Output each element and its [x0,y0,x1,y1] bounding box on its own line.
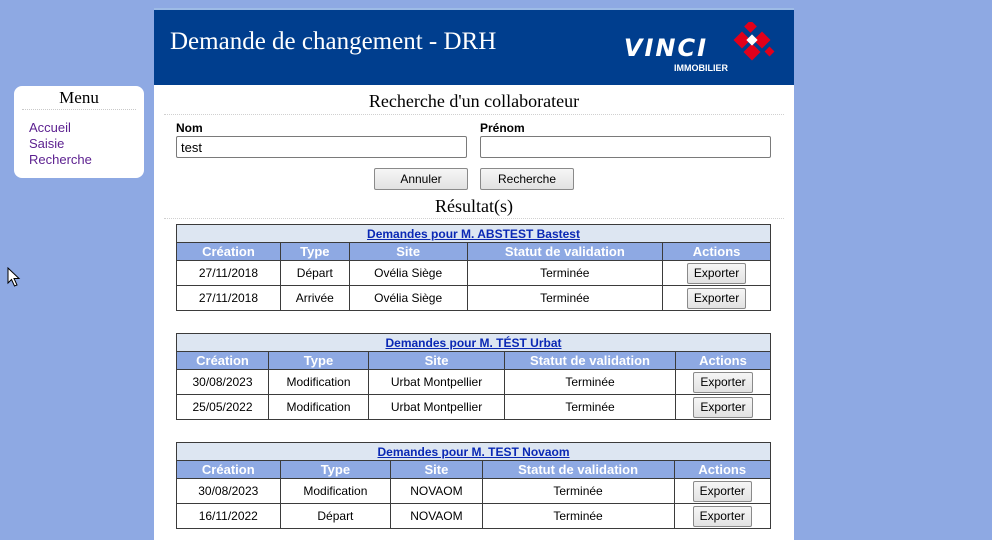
export-button[interactable]: Exporter [686,262,747,284]
cell-type: Départ [279,503,392,529]
nom-input[interactable] [176,136,467,158]
main-panel: Demande de changement - DRH VINCI IMMOBI… [154,8,794,540]
cell-actions: Exporter [675,394,771,420]
column-header-actions: Actions [662,242,771,261]
cell-type: Départ [279,260,350,286]
table-row: 27/11/2018 Départ Ovélia Siège Terminée … [176,260,771,286]
table-caption: Demandes pour M. ABSTEST Bastest [176,224,771,243]
table-row: 27/11/2018 Arrivée Ovélia Siège Terminée… [176,285,771,311]
logo-text: VINCI [623,34,709,62]
results-section-title: Résultat(s) [435,196,513,216]
header-banner: Demande de changement - DRH VINCI IMMOBI… [154,8,794,85]
cell-creation: 30/08/2023 [176,369,269,395]
results-table: Demandes pour M. ABSTEST Bastest Créatio… [176,224,771,311]
cell-creation: 16/11/2022 [176,503,281,529]
table-row: 16/11/2022 Départ NOVAOM Terminée Export… [176,503,772,529]
column-header-site: Site [348,242,468,261]
cell-statut: Terminée [481,503,675,529]
cell-type: Modification [279,478,392,504]
column-header-type: Type [279,242,350,261]
column-header-actions: Actions [673,460,772,479]
cell-actions: Exporter [675,369,771,395]
results-table: Demandes pour M. TÉST Urbat Création Typ… [176,333,771,420]
column-header-actions: Actions [675,351,771,370]
table-caption: Demandes pour M. TÉST Urbat [176,333,771,352]
export-button[interactable]: Exporter [692,480,752,502]
export-button[interactable]: Exporter [693,396,753,418]
cell-site: Urbat Montpellier [368,394,505,420]
cell-site: NOVAOM [390,478,483,504]
export-button[interactable]: Exporter [693,371,753,393]
export-button[interactable]: Exporter [692,505,752,527]
cell-statut: Terminée [466,285,664,311]
cell-type: Arrivée [279,285,350,311]
cell-actions: Exporter [673,478,772,504]
menu-title: Menu [22,86,136,110]
table-row: 30/08/2023 Modification Urbat Montpellie… [176,369,771,395]
export-button[interactable]: Exporter [686,287,747,309]
search-section-title: Recherche d'un collaborateur [368,91,580,111]
prenom-label: Prénom [480,121,525,135]
logo-subtext: IMMOBILIER [674,63,728,73]
table-row: 25/05/2022 Modification Urbat Montpellie… [176,394,771,420]
column-header-type: Type [268,351,369,370]
column-header-site: Site [368,351,505,370]
page-title: Demande de changement - DRH [170,28,497,55]
cell-site: Ovélia Siège [348,260,468,286]
cell-statut: Terminée [504,394,676,420]
column-header-creation: Création [176,242,281,261]
results-table: Demandes pour M. TEST Novaom Création Ty… [176,442,772,529]
column-header-site: Site [390,460,483,479]
cell-creation: 25/05/2022 [176,394,269,420]
column-header-statut: Statut de validation [481,460,675,479]
group-caption-link[interactable]: Demandes pour M. ABSTEST Bastest [367,227,580,241]
column-header-statut: Statut de validation [466,242,664,261]
cell-creation: 27/11/2018 [176,285,281,311]
menu-item-saisie[interactable]: Saisie [29,136,144,152]
cell-statut: Terminée [504,369,676,395]
cell-site: Urbat Montpellier [368,369,505,395]
vinci-immobilier-logo: VINCI IMMOBILIER [610,22,780,73]
column-header-creation: Création [176,351,269,370]
vinci-cross-icon [733,22,775,61]
group-caption-link[interactable]: Demandes pour M. TÉST Urbat [385,336,561,350]
menu-item-recherche[interactable]: Recherche [29,152,144,168]
cell-type: Modification [268,394,369,420]
cancel-button[interactable]: Annuler [374,168,468,190]
cell-creation: 27/11/2018 [176,260,281,286]
cell-statut: Terminée [481,478,675,504]
column-header-creation: Création [176,460,281,479]
column-header-statut: Statut de validation [504,351,676,370]
cell-actions: Exporter [662,285,771,311]
cell-site: Ovélia Siège [348,285,468,311]
cell-creation: 30/08/2023 [176,478,281,504]
table-row: 30/08/2023 Modification NOVAOM Terminée … [176,478,772,504]
cell-actions: Exporter [673,503,772,529]
menu-links: Accueil Saisie Recherche [14,110,144,168]
group-caption-link[interactable]: Demandes pour M. TEST Novaom [377,445,569,459]
cell-actions: Exporter [662,260,771,286]
prenom-input[interactable] [480,136,771,158]
cell-type: Modification [268,369,369,395]
mouse-pointer-icon [7,267,21,287]
table-caption: Demandes pour M. TEST Novaom [176,442,771,461]
left-menu: Menu Accueil Saisie Recherche [14,86,144,178]
column-header-type: Type [279,460,392,479]
nom-label: Nom [176,121,203,135]
section-divider [164,114,784,115]
cell-statut: Terminée [466,260,664,286]
menu-item-accueil[interactable]: Accueil [29,120,144,136]
section-divider [164,218,784,219]
search-button[interactable]: Recherche [480,168,574,190]
cell-site: NOVAOM [390,503,483,529]
